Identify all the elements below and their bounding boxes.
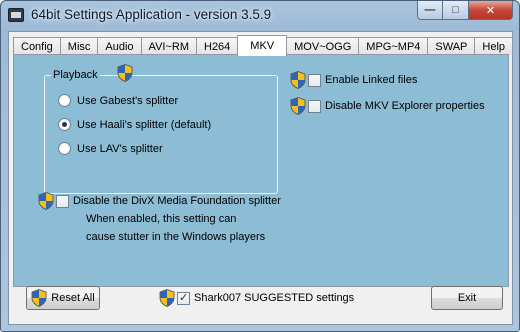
- close-button[interactable]: ✕: [469, 1, 513, 20]
- app-icon: [8, 8, 24, 22]
- uac-shield-icon: [31, 289, 47, 307]
- radio-button[interactable]: [58, 142, 71, 155]
- tab-mkv[interactable]: MKV: [237, 35, 288, 56]
- exit-button[interactable]: Exit: [431, 286, 503, 310]
- uac-shield-icon: [38, 192, 54, 210]
- playback-group-label: Playback: [51, 69, 100, 81]
- disable-mkv-explorer-option[interactable]: Disable MKV Explorer properties: [290, 97, 485, 115]
- uac-shield-icon: [290, 71, 306, 89]
- divx-note: When enabled, this setting can cause stu…: [86, 210, 265, 246]
- minimize-icon: —: [424, 4, 436, 16]
- tab-help[interactable]: Help: [474, 37, 514, 55]
- radio-button[interactable]: [58, 118, 71, 131]
- uac-shield-icon: [290, 97, 306, 115]
- title-bar[interactable]: 64bit Settings Application - version 3.5…: [1, 1, 519, 31]
- radio-haali-splitter[interactable]: Use Haali's splitter (default): [58, 118, 211, 131]
- playback-groupbox: Playback Use Gabest's splitter Use Haali…: [44, 64, 278, 194]
- tab-mov-ogg[interactable]: MOV~OGG: [286, 37, 360, 55]
- tab-avi-rm[interactable]: AVI~RM: [140, 37, 197, 55]
- disable-mkv-explorer-label: Disable MKV Explorer properties: [325, 100, 485, 112]
- suggested-settings-label: Shark007 SUGGESTED settings: [194, 292, 355, 304]
- maximize-icon: □: [452, 4, 459, 16]
- tab-audio[interactable]: Audio: [97, 37, 142, 55]
- reset-all-label: Reset All: [51, 292, 95, 304]
- app-window: 64bit Settings Application - version 3.5…: [0, 0, 520, 332]
- tab-mpg-mp4[interactable]: MPG~MP4: [358, 37, 429, 55]
- radio-lav-splitter[interactable]: Use LAV's splitter: [58, 142, 163, 155]
- radio-label: Use LAV's splitter: [77, 142, 163, 155]
- disable-divx-option[interactable]: Disable the DivX Media Foundation splitt…: [38, 192, 281, 210]
- radio-gabest-splitter[interactable]: Use Gabest's splitter: [58, 94, 178, 107]
- exit-label: Exit: [457, 292, 477, 304]
- radio-label: Use Haali's splitter (default): [77, 118, 212, 131]
- tab-h264[interactable]: H264: [196, 37, 239, 55]
- suggested-settings-checkbox[interactable]: [177, 291, 190, 305]
- radio-button[interactable]: [58, 94, 71, 107]
- close-icon: ✕: [485, 4, 496, 17]
- tab-swap[interactable]: SWAP: [427, 37, 476, 55]
- client-area: Config Misc Audio AVI~RM H264 MKV MOV~OG…: [8, 31, 514, 325]
- enable-linked-files-checkbox[interactable]: [308, 73, 321, 87]
- tab-config[interactable]: Config: [13, 37, 61, 55]
- suggested-settings-option[interactable]: Shark007 SUGGESTED settings: [159, 289, 354, 307]
- reset-all-button[interactable]: Reset All: [26, 286, 100, 310]
- disable-mkv-explorer-checkbox[interactable]: [308, 99, 321, 113]
- tab-strip: Config Misc Audio AVI~RM H264 MKV MOV~OG…: [13, 35, 514, 56]
- enable-linked-files-label: Enable Linked files: [325, 74, 418, 86]
- uac-shield-icon: [159, 289, 175, 307]
- mkv-settings-panel: Playback Use Gabest's splitter Use Haali…: [13, 54, 509, 287]
- disable-divx-label: Disable the DivX Media Foundation splitt…: [73, 195, 281, 207]
- caption-buttons: — □ ✕: [417, 1, 513, 21]
- disable-divx-checkbox[interactable]: [56, 194, 69, 208]
- divx-note-line: When enabled, this setting can: [86, 213, 237, 225]
- radio-label: Use Gabest's splitter: [77, 94, 179, 107]
- minimize-button[interactable]: —: [417, 1, 443, 20]
- uac-shield-icon: [117, 64, 133, 82]
- divx-note-line: cause stutter in the Windows players: [86, 231, 266, 243]
- tab-misc[interactable]: Misc: [59, 37, 99, 55]
- maximize-button[interactable]: □: [443, 1, 469, 20]
- enable-linked-files-option[interactable]: Enable Linked files: [290, 71, 417, 89]
- window-title: 64bit Settings Application - version 3.5…: [31, 7, 272, 22]
